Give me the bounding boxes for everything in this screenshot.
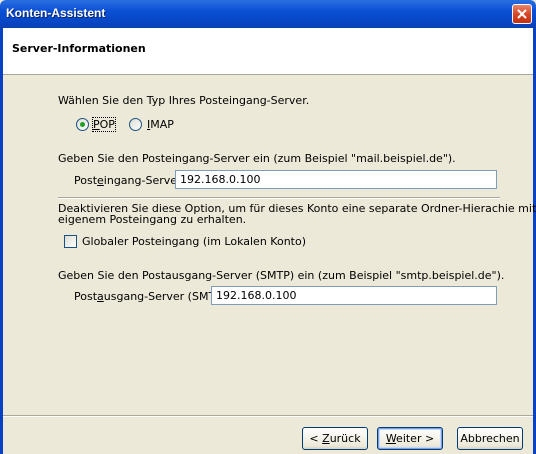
global-inbox-checkbox-label[interactable]: Globaler Posteingang (im Lokalen Konto) [82,235,306,248]
account-wizard-window: Konten-Assistent Server-Informationen Wä… [0,0,536,454]
wizard-header: Server-Informationen [3,28,533,75]
outgoing-server-value: 192.168.0.100 [216,289,297,302]
incoming-server-value: 192.168.0.100 [180,173,261,186]
outgoing-server-field[interactable]: 192.168.0.100 [211,286,497,305]
divider [58,197,500,199]
server-type-prompt: Wählen Sie den Typ Ihres Posteingang-Ser… [58,94,310,107]
close-icon[interactable] [512,4,532,24]
radio-selected-dot [80,122,85,127]
page-title: Server-Informationen [12,42,146,55]
incoming-server-label: Posteingang-Server: [74,174,186,187]
wizard-content: Wählen Sie den Typ Ihres Posteingang-Ser… [3,75,536,454]
window-title: Konten-Assistent [6,6,106,20]
back-button[interactable]: < Zurück [302,427,368,450]
title-bar[interactable]: Konten-Assistent [0,0,536,28]
footer-divider [3,415,533,417]
imap-radio[interactable] [129,118,142,131]
outgoing-server-label: Postausgang-Server (SMTP): [74,290,230,303]
outgoing-server-prompt: Geben Sie den Postausgang-Server (SMTP) … [58,269,505,282]
incoming-server-prompt: Geben Sie den Posteingang-Server ein (zu… [58,152,456,165]
pop-radio-label[interactable]: POP [92,117,116,132]
pop-radio[interactable] [76,118,89,131]
next-button[interactable]: Weiter > [377,427,443,450]
global-inbox-checkbox[interactable] [64,235,77,248]
incoming-server-field[interactable]: 192.168.0.100 [175,170,497,189]
imap-radio-label[interactable]: IMAP [147,118,174,131]
cancel-button[interactable]: Abbrechen [457,427,523,450]
global-inbox-description-line2: eigenem Posteingang zu erhalten. [58,213,247,226]
